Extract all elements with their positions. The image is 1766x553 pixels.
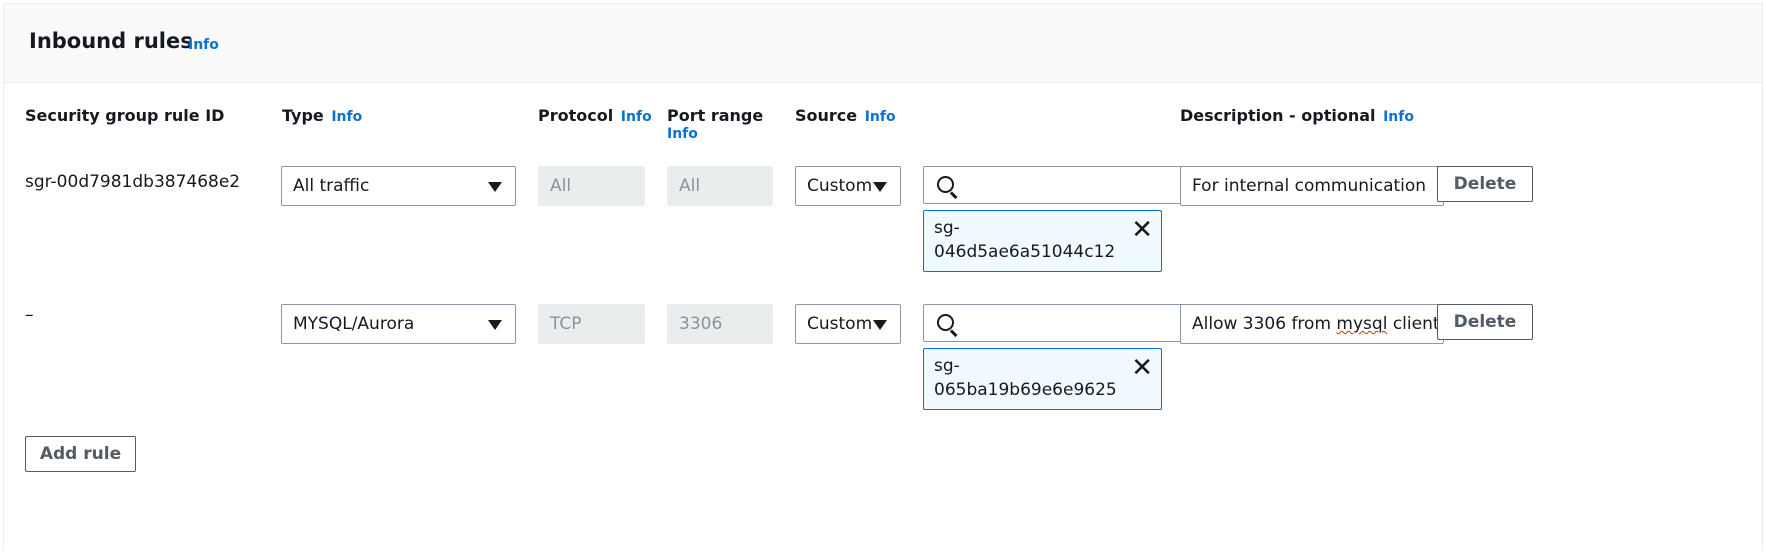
search-icon — [937, 314, 954, 331]
description-input[interactable]: Allow 3306 from mysql client — [1180, 304, 1444, 344]
column-header-rule-id: Security group rule ID — [25, 106, 224, 125]
type-select-value: All traffic — [293, 176, 370, 196]
port-range-info-link[interactable]: Info — [667, 126, 698, 142]
description-input[interactable]: For internal communication — [1180, 166, 1444, 206]
source-type-select[interactable]: Custom — [795, 304, 901, 344]
column-header-description: Description - optional Info — [1180, 106, 1414, 125]
source-type-value: Custom — [807, 176, 873, 196]
source-info-link[interactable]: Info — [865, 109, 896, 125]
protocol-info-link[interactable]: Info — [621, 109, 652, 125]
description-value-start: Allow 3306 from — [1192, 314, 1337, 334]
panel-header: Inbound rules Info — [4, 4, 1762, 83]
port-range-field: 3306 — [667, 304, 773, 344]
close-icon[interactable]: ✕ — [1131, 355, 1153, 381]
column-header-label: Type — [282, 106, 324, 125]
type-info-link[interactable]: Info — [331, 109, 362, 125]
port-range-field: All — [667, 166, 773, 206]
type-select[interactable]: MYSQL/Aurora — [281, 304, 516, 344]
token-label-line1: sg- — [934, 356, 960, 376]
column-header-label: Port range — [667, 106, 764, 125]
column-header-type: Type Info — [282, 106, 362, 125]
type-select-value: MYSQL/Aurora — [293, 314, 415, 334]
token-label-line2: 046d5ae6a51044c12 — [934, 242, 1116, 262]
caret-down-icon — [488, 320, 502, 330]
token-label-line1: sg- — [934, 218, 960, 238]
rule-id: – — [25, 305, 34, 325]
caret-down-icon — [488, 182, 502, 192]
rule-id: sgr-00d7981db387468e2 — [25, 172, 241, 192]
title-info-link[interactable]: Info — [188, 37, 219, 53]
description-value: For internal communication — [1192, 176, 1427, 196]
description-info-link[interactable]: Info — [1383, 109, 1414, 125]
column-header-port-range: Port range — [667, 106, 763, 125]
protocol-field: All — [538, 166, 645, 206]
source-token: sg- 065ba19b69e6e9625 ✕ — [923, 348, 1162, 410]
add-rule-button-label: Add rule — [39, 444, 122, 464]
search-icon — [937, 176, 954, 193]
delete-button-label: Delete — [1453, 312, 1517, 332]
column-header-label: Description - optional — [1180, 106, 1376, 125]
description-value-end: client — [1387, 314, 1440, 334]
source-type-select[interactable]: Custom — [795, 166, 901, 206]
protocol-value: TCP — [550, 314, 582, 334]
token-label-line2: 065ba19b69e6e9625 — [934, 380, 1117, 400]
close-icon[interactable]: ✕ — [1131, 217, 1153, 243]
column-header-protocol: Protocol Info — [538, 106, 652, 125]
caret-down-icon — [873, 320, 887, 330]
delete-button-label: Delete — [1453, 174, 1517, 194]
source-token: sg- 046d5ae6a51044c12 ✕ — [923, 210, 1162, 272]
type-select[interactable]: All traffic — [281, 166, 516, 206]
port-range-value: All — [679, 176, 701, 196]
source-type-value: Custom — [807, 314, 873, 334]
column-header-label: Source — [795, 106, 858, 125]
description-spellcheck-word: mysql — [1336, 314, 1388, 334]
panel-title: Inbound rules — [29, 29, 193, 53]
source-search-input[interactable] — [923, 304, 1186, 342]
delete-button[interactable]: Delete — [1437, 304, 1533, 340]
column-header-label: Security group rule ID — [25, 106, 225, 125]
source-search-input[interactable] — [923, 166, 1186, 204]
protocol-value: All — [550, 176, 572, 196]
delete-button[interactable]: Delete — [1437, 166, 1533, 202]
inbound-rules-panel: Inbound rules Info — [3, 3, 1763, 550]
port-range-value: 3306 — [679, 314, 723, 334]
column-header-label: Protocol — [538, 106, 614, 125]
caret-down-icon — [873, 182, 887, 192]
column-header-source: Source Info — [795, 106, 896, 125]
protocol-field: TCP — [538, 304, 645, 344]
add-rule-button[interactable]: Add rule — [25, 436, 136, 472]
